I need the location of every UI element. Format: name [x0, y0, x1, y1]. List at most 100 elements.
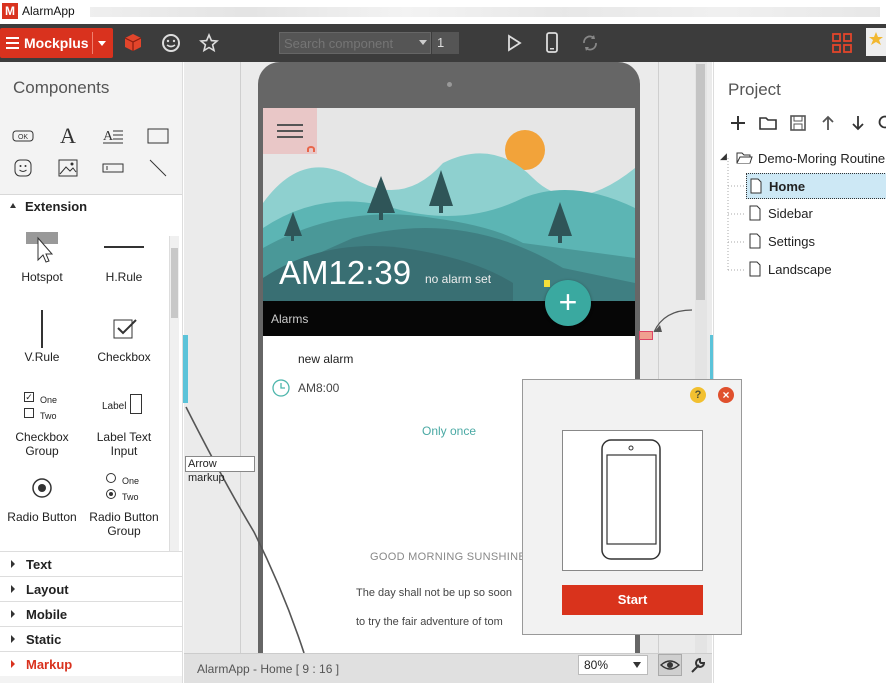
- brand-label: Mockplus: [24, 35, 89, 51]
- hotspot-icon: [2, 230, 82, 270]
- category-text[interactable]: Text: [0, 551, 182, 576]
- line-icon[interactable]: [143, 156, 173, 180]
- start-button[interactable]: Start: [562, 585, 703, 615]
- radio-group-icon: One Two: [84, 470, 164, 510]
- collapse-icon: ◢: [720, 151, 727, 161]
- smiley-icon[interactable]: [158, 28, 184, 58]
- panel-title: Project: [728, 80, 781, 99]
- emoji-icon[interactable]: [8, 156, 38, 180]
- search-icon[interactable]: [874, 114, 886, 134]
- button-icon[interactable]: OK: [8, 124, 38, 148]
- paragraph-icon[interactable]: A: [98, 124, 128, 148]
- folder-icon[interactable]: [756, 114, 780, 134]
- page-label: Sidebar: [768, 206, 813, 221]
- page-number-field[interactable]: 1: [432, 32, 459, 54]
- play-icon[interactable]: [501, 28, 527, 58]
- hrule-icon: [84, 230, 164, 270]
- tree-page-sidebar[interactable]: Sidebar: [746, 201, 886, 227]
- input-icon[interactable]: [98, 156, 128, 180]
- help-icon[interactable]: ?: [690, 387, 706, 403]
- component-label: V.Rule: [24, 350, 60, 364]
- title-bar: M AlarmApp: [0, 0, 886, 24]
- mockplus-menu-button[interactable]: Mockplus: [0, 28, 113, 58]
- page-label: Home: [769, 179, 806, 194]
- hrule-component[interactable]: H.Rule: [84, 230, 164, 284]
- text-icon[interactable]: A: [53, 124, 83, 148]
- extension-components: Hotspot H.Rule V.Rule Checkbox ✓ One Two…: [0, 216, 182, 551]
- component-label-line2: Group: [25, 444, 59, 458]
- chevron-down-icon[interactable]: [98, 41, 106, 46]
- search-input[interactable]: [280, 33, 416, 53]
- scroll-thumb[interactable]: [171, 248, 178, 318]
- checkbox-icon: [84, 310, 164, 350]
- tree-root[interactable]: ◢ Demo-Moring Routine: [714, 146, 886, 172]
- radio-icon: [2, 470, 82, 510]
- wrench-icon[interactable]: [688, 655, 708, 675]
- tree-page-settings[interactable]: Settings: [746, 229, 886, 255]
- sync-icon[interactable]: [577, 28, 603, 58]
- category-static[interactable]: Static: [0, 626, 182, 651]
- hotspot-component[interactable]: Hotspot: [2, 230, 82, 284]
- phone-preview-icon[interactable]: [539, 28, 565, 58]
- project-root-label: Demo-Moring Routine: [758, 151, 886, 166]
- category-layout[interactable]: Layout: [0, 576, 182, 601]
- page-icon: [749, 205, 761, 224]
- label-input-icon: Label: [84, 390, 164, 430]
- page-icon: [749, 261, 761, 280]
- menu-icon: [6, 37, 19, 49]
- page-label: Settings: [768, 234, 815, 249]
- preview-dialog: ? × Start: [522, 379, 742, 635]
- tree-page-landscape[interactable]: Landscape: [746, 257, 886, 283]
- arrow-tooltip: Arrow markup: [185, 456, 255, 484]
- box-icon[interactable]: [143, 124, 173, 148]
- chevron-down-icon: [633, 662, 641, 668]
- user-avatar[interactable]: [866, 28, 886, 56]
- star-icon[interactable]: [196, 28, 222, 58]
- component-search[interactable]: [279, 32, 431, 54]
- arrow-handle[interactable]: [639, 331, 653, 340]
- grid-icon[interactable]: [829, 28, 855, 58]
- collapse-icon: [10, 203, 16, 208]
- category-markup[interactable]: Markup: [0, 651, 182, 676]
- save-icon[interactable]: [786, 114, 810, 134]
- components-scrollbar[interactable]: [169, 236, 179, 552]
- cube-icon[interactable]: [120, 28, 146, 58]
- tree-page-home[interactable]: Home: [746, 173, 886, 199]
- move-up-icon[interactable]: [816, 114, 840, 134]
- move-down-icon[interactable]: [846, 114, 870, 134]
- category-mobile[interactable]: Mobile: [0, 601, 182, 626]
- zoom-select[interactable]: 80%: [578, 655, 648, 675]
- radio-button-group-component[interactable]: One Two Radio Button Group: [84, 470, 164, 538]
- vrule-icon: [2, 308, 82, 350]
- label-text-input-component[interactable]: Label Label Text Input: [84, 390, 164, 458]
- radio-button-component[interactable]: Radio Button: [2, 470, 82, 524]
- divider: [92, 32, 93, 54]
- eye-icon[interactable]: [658, 654, 682, 676]
- page-label: Landscape: [768, 262, 832, 277]
- zoom-value: 80%: [584, 658, 609, 672]
- page-info: AlarmApp - Home [ 9 : 16 ]: [197, 662, 340, 676]
- checkbox-group-icon: ✓ One Two: [24, 392, 58, 421]
- component-label: Checkbox: [97, 350, 151, 364]
- section-title: Extension: [25, 199, 88, 214]
- component-label-line2: Input: [110, 444, 138, 458]
- panel-title: Components: [13, 78, 110, 97]
- chevron-down-icon[interactable]: [419, 40, 427, 45]
- svg-text:OK: OK: [18, 134, 28, 141]
- component-label: Radio Button: [7, 510, 77, 524]
- svg-text:A: A: [103, 129, 114, 144]
- add-page-icon[interactable]: [726, 114, 750, 134]
- close-icon[interactable]: ×: [718, 387, 734, 403]
- vrule-component[interactable]: V.Rule: [2, 308, 82, 364]
- expand-icon: [11, 585, 15, 593]
- checkbox-group-component[interactable]: ✓ One Two Checkbox Group: [2, 390, 82, 458]
- page-icon: [750, 178, 762, 197]
- app-logo-icon: M: [2, 3, 18, 19]
- component-label-line1: Radio Button: [89, 510, 159, 524]
- expand-icon: [11, 610, 15, 618]
- checkbox-component[interactable]: Checkbox: [84, 310, 164, 364]
- extension-section-header[interactable]: Extension: [0, 194, 182, 216]
- component-label-line1: Checkbox: [15, 430, 69, 444]
- component-label: Hotspot: [21, 270, 63, 284]
- image-icon[interactable]: [53, 156, 83, 180]
